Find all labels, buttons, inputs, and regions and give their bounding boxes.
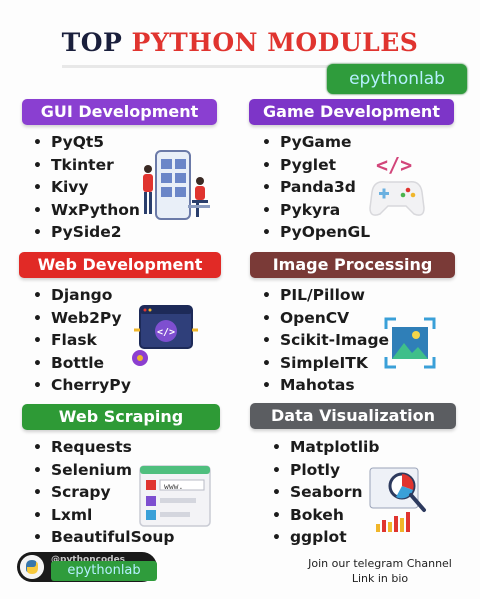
- svg-text:</>: </>: [376, 153, 412, 177]
- list-item: Kivy: [33, 176, 140, 199]
- list-item: Bottle: [33, 352, 131, 375]
- section-title-game: Game Development: [263, 102, 440, 121]
- list-item: Panda3d: [262, 176, 370, 199]
- list-item: Requests: [33, 436, 175, 459]
- list-item: OpenCV: [262, 307, 389, 330]
- list-item: PyQt5: [33, 131, 140, 154]
- title-part-2: PYTHON MODULES: [131, 28, 419, 57]
- list-item: PyGame: [262, 131, 370, 154]
- section-header-dataviz: Data Visualization: [250, 403, 456, 429]
- section-title-web: Web Development: [37, 255, 203, 274]
- code-window-icon: </>: [132, 305, 198, 366]
- section-header-image: Image Processing: [250, 252, 455, 278]
- telegram-line-1: Join our telegram Channel: [308, 557, 452, 570]
- list-item: Django: [33, 284, 131, 307]
- image-frame-icon: [384, 317, 436, 369]
- list-item: Pyglet: [262, 154, 370, 177]
- list-item: Flask: [33, 329, 131, 352]
- telegram-line-2: Link in bio: [351, 572, 409, 585]
- section-title-scraping: Web Scraping: [58, 407, 184, 426]
- telegram-note: Join our telegram Channel Link in bio: [300, 556, 460, 586]
- list-item: ggplot: [272, 526, 379, 549]
- title-part-1: TOP: [61, 28, 123, 57]
- section-header-game: Game Development: [249, 99, 454, 125]
- list-item: Plotly: [272, 459, 379, 482]
- section-title-dataviz: Data Visualization: [271, 406, 435, 425]
- list-item: Matplotlib: [272, 436, 379, 459]
- list-item: CherryPy: [33, 374, 131, 397]
- list-game: PyGame Pyglet Panda3d Pykyra PyOpenGL: [262, 131, 370, 244]
- section-title-image: Image Processing: [272, 255, 433, 274]
- python-logo-icon: [20, 555, 44, 579]
- list-item: Web2Py: [33, 307, 131, 330]
- list-image: PIL/Pillow OpenCV Scikit-Image SimpleITK…: [262, 284, 389, 397]
- list-item: Seaborn: [272, 481, 379, 504]
- list-item: Bokeh: [272, 504, 379, 527]
- section-header-web: Web Development: [19, 252, 221, 278]
- list-item: PySide2: [33, 221, 140, 244]
- list-item: Pykyra: [262, 199, 370, 222]
- browser-www-icon: www.: [139, 465, 211, 527]
- gui-developers-illustration: [143, 150, 210, 220]
- footer-watermark-text: epythonlab: [67, 563, 141, 578]
- list-dataviz: Matplotlib Plotly Seaborn Bokeh ggplot: [272, 436, 379, 549]
- list-item: PIL/Pillow: [262, 284, 389, 307]
- list-item: PyOpenGL: [262, 221, 370, 244]
- section-header-gui: GUI Development: [22, 99, 217, 125]
- list-item: WxPython: [33, 199, 140, 222]
- gamepad-icon: </>: [369, 153, 425, 216]
- footer-handle-badge: @pythoncodes epythonlab: [17, 552, 157, 582]
- section-header-scraping: Web Scraping: [22, 404, 220, 430]
- svg-text:</>: </>: [157, 327, 175, 338]
- watermark-badge: epythonlab: [327, 64, 467, 94]
- chart-magnifier-icon: [369, 467, 426, 532]
- list-gui: PyQt5 Tkinter Kivy WxPython PySide2: [33, 131, 140, 244]
- list-web: Django Web2Py Flask Bottle CherryPy: [33, 284, 131, 397]
- list-item: SimpleITK: [262, 352, 389, 375]
- watermark-text: epythonlab: [349, 69, 445, 89]
- footer-watermark: epythonlab: [51, 561, 157, 581]
- section-title-gui: GUI Development: [40, 102, 199, 121]
- list-item: Scikit-Image: [262, 329, 389, 352]
- list-item: Mahotas: [262, 374, 389, 397]
- svg-text:www.: www.: [164, 482, 183, 491]
- list-item: Tkinter: [33, 154, 140, 177]
- page-title: TOP PYTHON MODULES: [0, 28, 480, 57]
